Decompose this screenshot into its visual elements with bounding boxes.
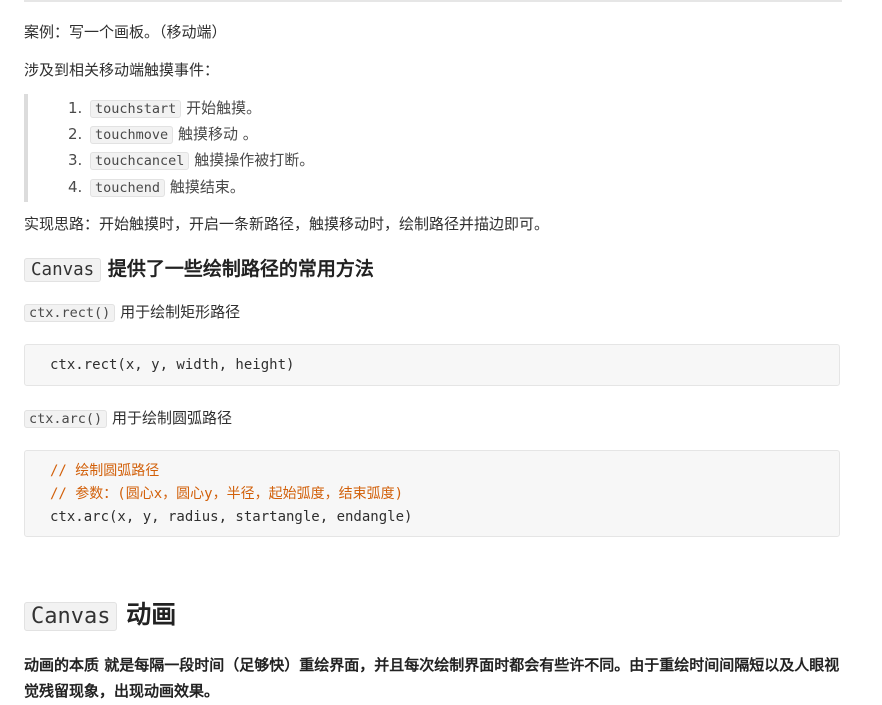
section-heading-paths: Canvas 提供了一些绘制路径的常用方法 xyxy=(24,255,374,284)
inline-code: ctx.rect() xyxy=(24,304,116,322)
events-intro-paragraph: 涉及到相关移动端触摸事件： xyxy=(24,61,220,79)
article-page: 案例：写一个画板。（移动端） 涉及到相关移动端触摸事件： 1. touchstar… xyxy=(0,0,882,705)
list-item: 4. touchend 触摸结束。 xyxy=(68,178,245,197)
top-divider xyxy=(24,0,842,2)
idea-paragraph: 实现思路：开始触摸时，开启一条新路径，触摸移动时，绘制路径并描边即可。 xyxy=(24,215,550,233)
inline-code: touchmove xyxy=(90,126,174,144)
events-blockquote: 1. touchstart 开始触摸。 2. touchmove 触摸移动 。 3.… xyxy=(24,94,842,202)
arc-paragraph: ctx.arc() 用于绘制圆弧路径 xyxy=(24,407,232,430)
animation-description: 动画的本质 就是每隔一段时间（足够快）重绘界面，并且每次绘制界面时都会有些许不同… xyxy=(24,656,840,700)
list-item: 3. touchcancel 触摸操作被打断。 xyxy=(68,151,315,170)
inline-code: touchcancel xyxy=(90,152,190,170)
case-paragraph: 案例：写一个画板。（移动端） xyxy=(24,23,227,41)
inline-code: Canvas xyxy=(24,602,118,631)
code-comment: // 参数：(圆心x，圆心y，半径，起始弧度，结束弧度) xyxy=(50,486,403,502)
code-block-rect: ctx.rect(x, y, width, height) xyxy=(24,344,840,386)
list-item: 2. touchmove 触摸移动 。 xyxy=(68,125,258,144)
inline-code: touchend xyxy=(90,179,166,197)
list-item: 1. touchstart 开始触摸。 xyxy=(68,99,262,118)
rect-paragraph: ctx.rect() 用于绘制矩形路径 xyxy=(24,301,240,324)
code-block-arc: // 绘制圆弧路径 // 参数：(圆心x，圆心y，半径，起始弧度，结束弧度) c… xyxy=(24,450,840,537)
section-heading-animation: Canvas 动画 xyxy=(24,598,176,634)
inline-code: Canvas xyxy=(24,258,102,282)
code-comment: // 绘制圆弧路径 xyxy=(50,463,160,479)
inline-code: ctx.arc() xyxy=(24,410,108,428)
inline-code: touchstart xyxy=(90,100,182,118)
